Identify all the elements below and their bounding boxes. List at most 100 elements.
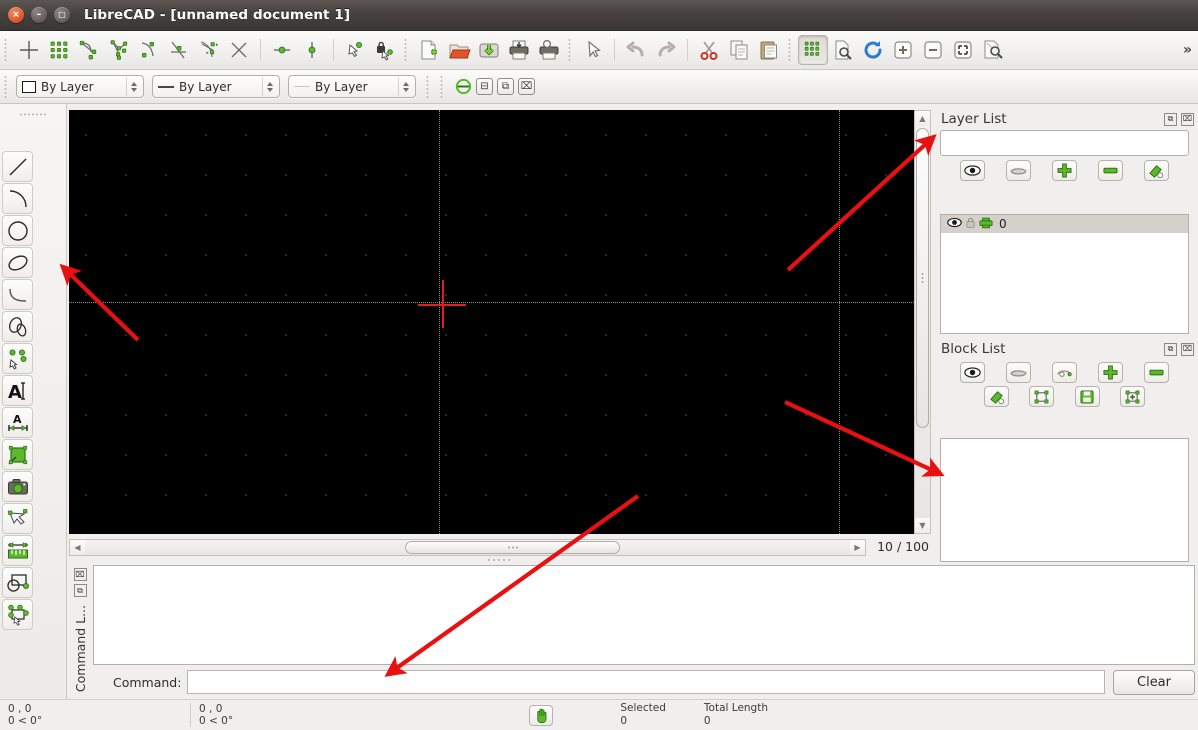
zoom-out-icon[interactable] (918, 35, 948, 65)
undo-arrow-icon[interactable] (621, 35, 651, 65)
snap-on-entity-icon[interactable] (104, 35, 134, 65)
zoom-window-icon[interactable] (828, 35, 858, 65)
toolbar-grip[interactable] (2, 39, 11, 61)
toolbar-overflow-button[interactable]: » (1183, 42, 1192, 58)
lock-relative-zero-icon[interactable] (370, 35, 400, 65)
layer-copy-icon[interactable]: ⧉ (497, 78, 514, 95)
print-icon[interactable] (504, 35, 534, 65)
toggle-grid-icon[interactable] (798, 35, 828, 65)
show-all-layers-icon[interactable] (960, 160, 986, 181)
polyline-tool-icon[interactable] (2, 311, 33, 342)
set-relative-zero-icon[interactable] (340, 35, 370, 65)
pen-color-combo[interactable]: By Layer (16, 75, 144, 98)
remove-block-icon[interactable] (1143, 362, 1169, 383)
modify-tool-icon[interactable] (2, 567, 33, 598)
layer-close-icon[interactable]: ⌧ (518, 78, 535, 95)
new-document-icon[interactable] (414, 35, 444, 65)
block-edit-tool-icon[interactable] (2, 599, 33, 630)
redraw-refresh-icon[interactable] (858, 35, 888, 65)
layer-filter-input[interactable] (940, 130, 1189, 156)
copy-icon[interactable] (724, 35, 754, 65)
block-list[interactable] (940, 438, 1189, 562)
image-tool-icon[interactable] (2, 471, 33, 502)
layer-visible-icon[interactable] (947, 217, 962, 231)
toolbar-grip[interactable] (424, 75, 433, 98)
cut-scissors-icon[interactable] (694, 35, 724, 65)
scroll-up-arrow-icon[interactable]: ▲ (915, 111, 930, 126)
show-all-blocks-icon[interactable] (960, 362, 986, 383)
close-panel-icon[interactable]: ⌧ (1181, 112, 1194, 126)
pan-hand-icon[interactable] (529, 704, 553, 726)
toolbar-grip[interactable] (402, 39, 411, 61)
layer-list[interactable]: 0 (940, 214, 1189, 334)
point-tool-icon[interactable] (2, 343, 33, 374)
table-row[interactable]: 0 (941, 215, 1188, 233)
paste-clipboard-icon[interactable] (754, 35, 784, 65)
chevron-updown-icon[interactable] (126, 77, 141, 96)
toolbar-grip[interactable] (566, 39, 575, 61)
canvas-horizontal-scrollbar[interactable]: ◀ ▶ (69, 539, 866, 556)
command-history[interactable] (93, 565, 1195, 665)
snap-intersection-icon[interactable] (224, 35, 254, 65)
layer-lock-icon[interactable] (966, 217, 975, 231)
arc-tool-icon[interactable] (2, 183, 33, 214)
scroll-left-arrow-icon[interactable]: ◀ (70, 540, 85, 555)
edit-layer-icon[interactable] (1143, 160, 1169, 181)
line-tool-icon[interactable] (2, 151, 33, 182)
add-layer-icon[interactable] (1051, 160, 1077, 181)
zoom-in-icon[interactable] (888, 35, 918, 65)
toggle-block-view-icon[interactable] (1051, 362, 1077, 383)
snap-center-icon[interactable] (134, 35, 164, 65)
edit-block-icon[interactable] (984, 386, 1010, 407)
float-panel-icon[interactable]: ⧉ (1164, 112, 1177, 126)
window-close-button[interactable]: × (8, 7, 24, 23)
snap-distance-icon[interactable] (194, 35, 224, 65)
pen-attributes-icon[interactable] (454, 78, 472, 96)
hide-all-layers-icon[interactable] (1006, 160, 1032, 181)
dimension-tool-icon[interactable]: A (2, 407, 33, 438)
redo-arrow-icon[interactable] (651, 35, 681, 65)
insert-block-icon[interactable] (1029, 386, 1055, 407)
close-panel-icon[interactable]: ⌧ (73, 568, 87, 581)
palette-grip[interactable] (20, 107, 46, 121)
snap-free-icon[interactable] (14, 35, 44, 65)
close-panel-icon[interactable]: ⌧ (1181, 342, 1194, 356)
toolbar-grip[interactable] (2, 75, 11, 98)
layer-minus-icon[interactable]: ⊟ (476, 78, 493, 95)
chevron-updown-icon[interactable] (398, 77, 413, 96)
window-maximize-button[interactable]: □ (54, 7, 70, 23)
zoom-auto-icon[interactable] (948, 35, 978, 65)
ellipse-tool-icon[interactable] (2, 247, 33, 278)
snap-endpoint-icon[interactable] (74, 35, 104, 65)
toolbar-grip[interactable] (438, 75, 447, 98)
remove-layer-icon[interactable] (1097, 160, 1123, 181)
toolbar-grip[interactable] (786, 39, 795, 61)
clear-button[interactable]: Clear (1113, 669, 1195, 695)
save-drive-icon[interactable] (474, 35, 504, 65)
horizontal-scroll-thumb[interactable] (405, 541, 620, 554)
canvas-vertical-scrollbar[interactable]: ▲ ▼ (914, 110, 931, 534)
hatch-tool-icon[interactable] (2, 439, 33, 470)
chevron-updown-icon[interactable] (262, 77, 277, 96)
snap-grid-icon[interactable] (44, 35, 74, 65)
add-block-icon[interactable] (1097, 362, 1123, 383)
save-block-icon[interactable] (1074, 386, 1100, 407)
cad-canvas[interactable] (69, 110, 914, 534)
layer-print-icon[interactable] (979, 217, 993, 232)
float-panel-icon[interactable]: ⧉ (73, 584, 87, 597)
open-folder-icon[interactable] (444, 35, 474, 65)
pen-lineweight-combo[interactable]: By Layer (288, 75, 416, 98)
scroll-right-arrow-icon[interactable]: ▶ (850, 540, 865, 555)
print-preview-icon[interactable] (534, 35, 564, 65)
scroll-down-arrow-icon[interactable]: ▼ (915, 518, 930, 533)
circle-tool-icon[interactable] (2, 215, 33, 246)
measure-tool-icon[interactable] (2, 535, 33, 566)
hide-all-blocks-icon[interactable] (1006, 362, 1032, 383)
text-tool-icon[interactable]: A (2, 375, 33, 406)
restrict-vertical-icon[interactable] (297, 35, 327, 65)
snap-middle-icon[interactable] (164, 35, 194, 65)
command-input[interactable] (187, 670, 1105, 694)
spline-tool-icon[interactable] (2, 279, 33, 310)
pointer-select-icon[interactable] (578, 35, 608, 65)
select-pointer-tool-icon[interactable] (2, 503, 33, 534)
